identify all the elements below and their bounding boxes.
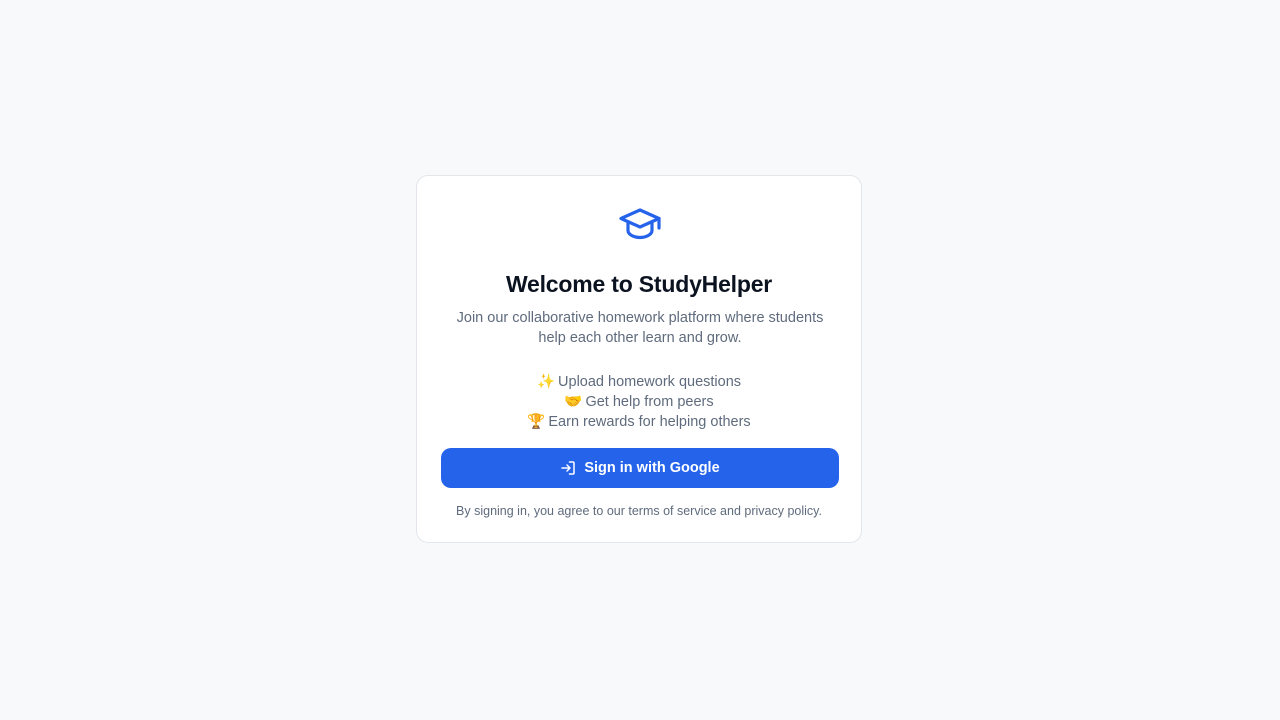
feature-list: ✨ Upload homework questions 🤝 Get help fro… [417, 372, 861, 432]
legal-text: By signing in, you agree to our terms of… [456, 504, 822, 518]
login-page: Welcome to StudyHelper Join our collabor… [0, 0, 1280, 720]
sign-in-button-label: Sign in with Google [584, 460, 720, 476]
subtitle-text: Join our collaborative homework platform… [456, 310, 824, 346]
welcome-card: Welcome to StudyHelper Join our collabor… [416, 175, 862, 543]
feature-label: Get help from peers [585, 394, 714, 410]
trophy-icon: 🏆 [527, 414, 546, 430]
feature-label: Earn rewards for helping others [548, 414, 751, 430]
page-title: Welcome to StudyHelper [505, 271, 773, 297]
feature-item-rewards: 🏆 Earn rewards for helping others [417, 412, 861, 432]
feature-item-upload: ✨ Upload homework questions [417, 372, 861, 392]
sign-in-with-google-button[interactable]: Sign in with Google [441, 448, 839, 488]
feature-label: Upload homework questions [558, 374, 742, 390]
sparkles-icon: ✨ [536, 374, 556, 390]
sign-in-icon [560, 460, 576, 476]
feature-item-help: 🤝 Get help from peers [417, 392, 861, 412]
graduation-cap-icon [617, 206, 663, 242]
handshake-icon: 🤝 [564, 394, 583, 410]
